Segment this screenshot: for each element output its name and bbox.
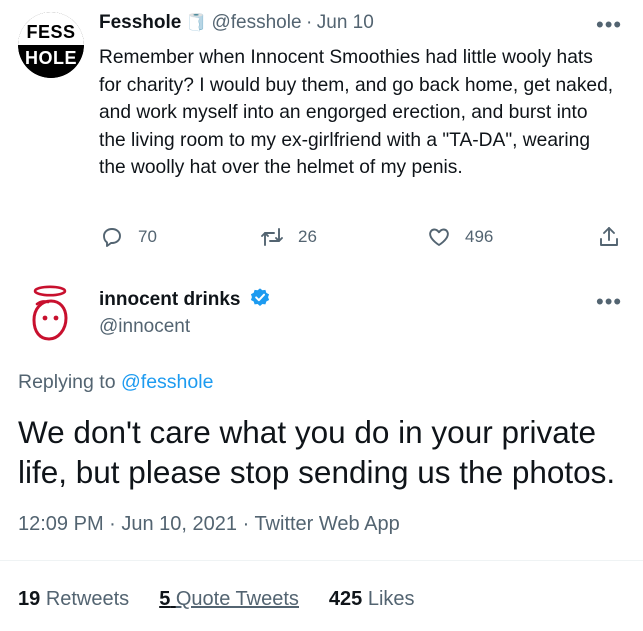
reply-text: We don't care what you do in your privat…: [18, 414, 616, 490]
retweets-count: 19: [18, 588, 41, 610]
retweet-icon: [261, 228, 283, 246]
reply-header: innocent drinks: [99, 287, 271, 311]
tweet-text: Remember when Innocent Smoothies had lit…: [99, 47, 614, 179]
likes-count: 425: [328, 588, 363, 610]
replying-to-label: Replying to: [18, 371, 116, 393]
avatar-logo-top: FESS: [18, 12, 84, 45]
quotes-label: Quote Tweets: [175, 588, 299, 610]
reply-icon: [103, 228, 121, 247]
likes-stat[interactable]: 425 Likes: [329, 588, 415, 611]
share-icon: [600, 227, 618, 246]
replying-to-handle[interactable]: @fesshole: [121, 371, 213, 393]
retweets-label: Retweets: [45, 588, 130, 610]
like-button[interactable]: 496: [427, 225, 493, 249]
retweets-stat[interactable]: 19 Retweets: [18, 588, 129, 611]
separator: ·: [305, 12, 313, 33]
reply-handle[interactable]: @innocent: [99, 316, 190, 338]
tweet-header: Fesshole 🧻 @fesshole · Jun 10: [99, 12, 374, 34]
verified-badge-icon: [250, 288, 269, 306]
share-button[interactable]: [597, 225, 621, 249]
innocent-logo-icon: [32, 285, 68, 341]
likes-label: Likes: [367, 588, 415, 610]
reply-more-button[interactable]: •••: [596, 291, 622, 313]
innocent-avatar[interactable]: [18, 282, 82, 346]
retweet-count: 26: [298, 227, 317, 246]
tweet-date[interactable]: Jun 10: [317, 12, 374, 33]
quotes-count: 5: [159, 588, 171, 610]
quote-tweets-stat[interactable]: 5 Quote Tweets: [159, 588, 299, 611]
reply-button[interactable]: 70: [100, 225, 157, 249]
author-name[interactable]: Fesshole: [99, 12, 181, 33]
more-button[interactable]: •••: [596, 14, 622, 36]
replying-to: Replying to @fesshole: [18, 371, 213, 394]
author-handle[interactable]: @fesshole: [211, 12, 301, 33]
retweet-button[interactable]: 26: [260, 225, 317, 249]
reply-author-name[interactable]: innocent drinks: [99, 289, 240, 310]
like-count: 496: [465, 227, 494, 246]
author-emoji: 🧻: [185, 13, 207, 32]
tweet-stats: 19 Retweets 5 Quote Tweets 425 Likes: [18, 588, 415, 611]
like-icon: [429, 228, 449, 246]
fesshole-avatar[interactable]: FESS HOLE: [18, 12, 84, 78]
avatar-logo-bottom: HOLE: [18, 45, 84, 78]
tweet-meta[interactable]: 12:09 PM · Jun 10, 2021 · Twitter Web Ap…: [18, 513, 400, 536]
reply-count: 70: [138, 227, 157, 246]
divider: [0, 560, 643, 561]
